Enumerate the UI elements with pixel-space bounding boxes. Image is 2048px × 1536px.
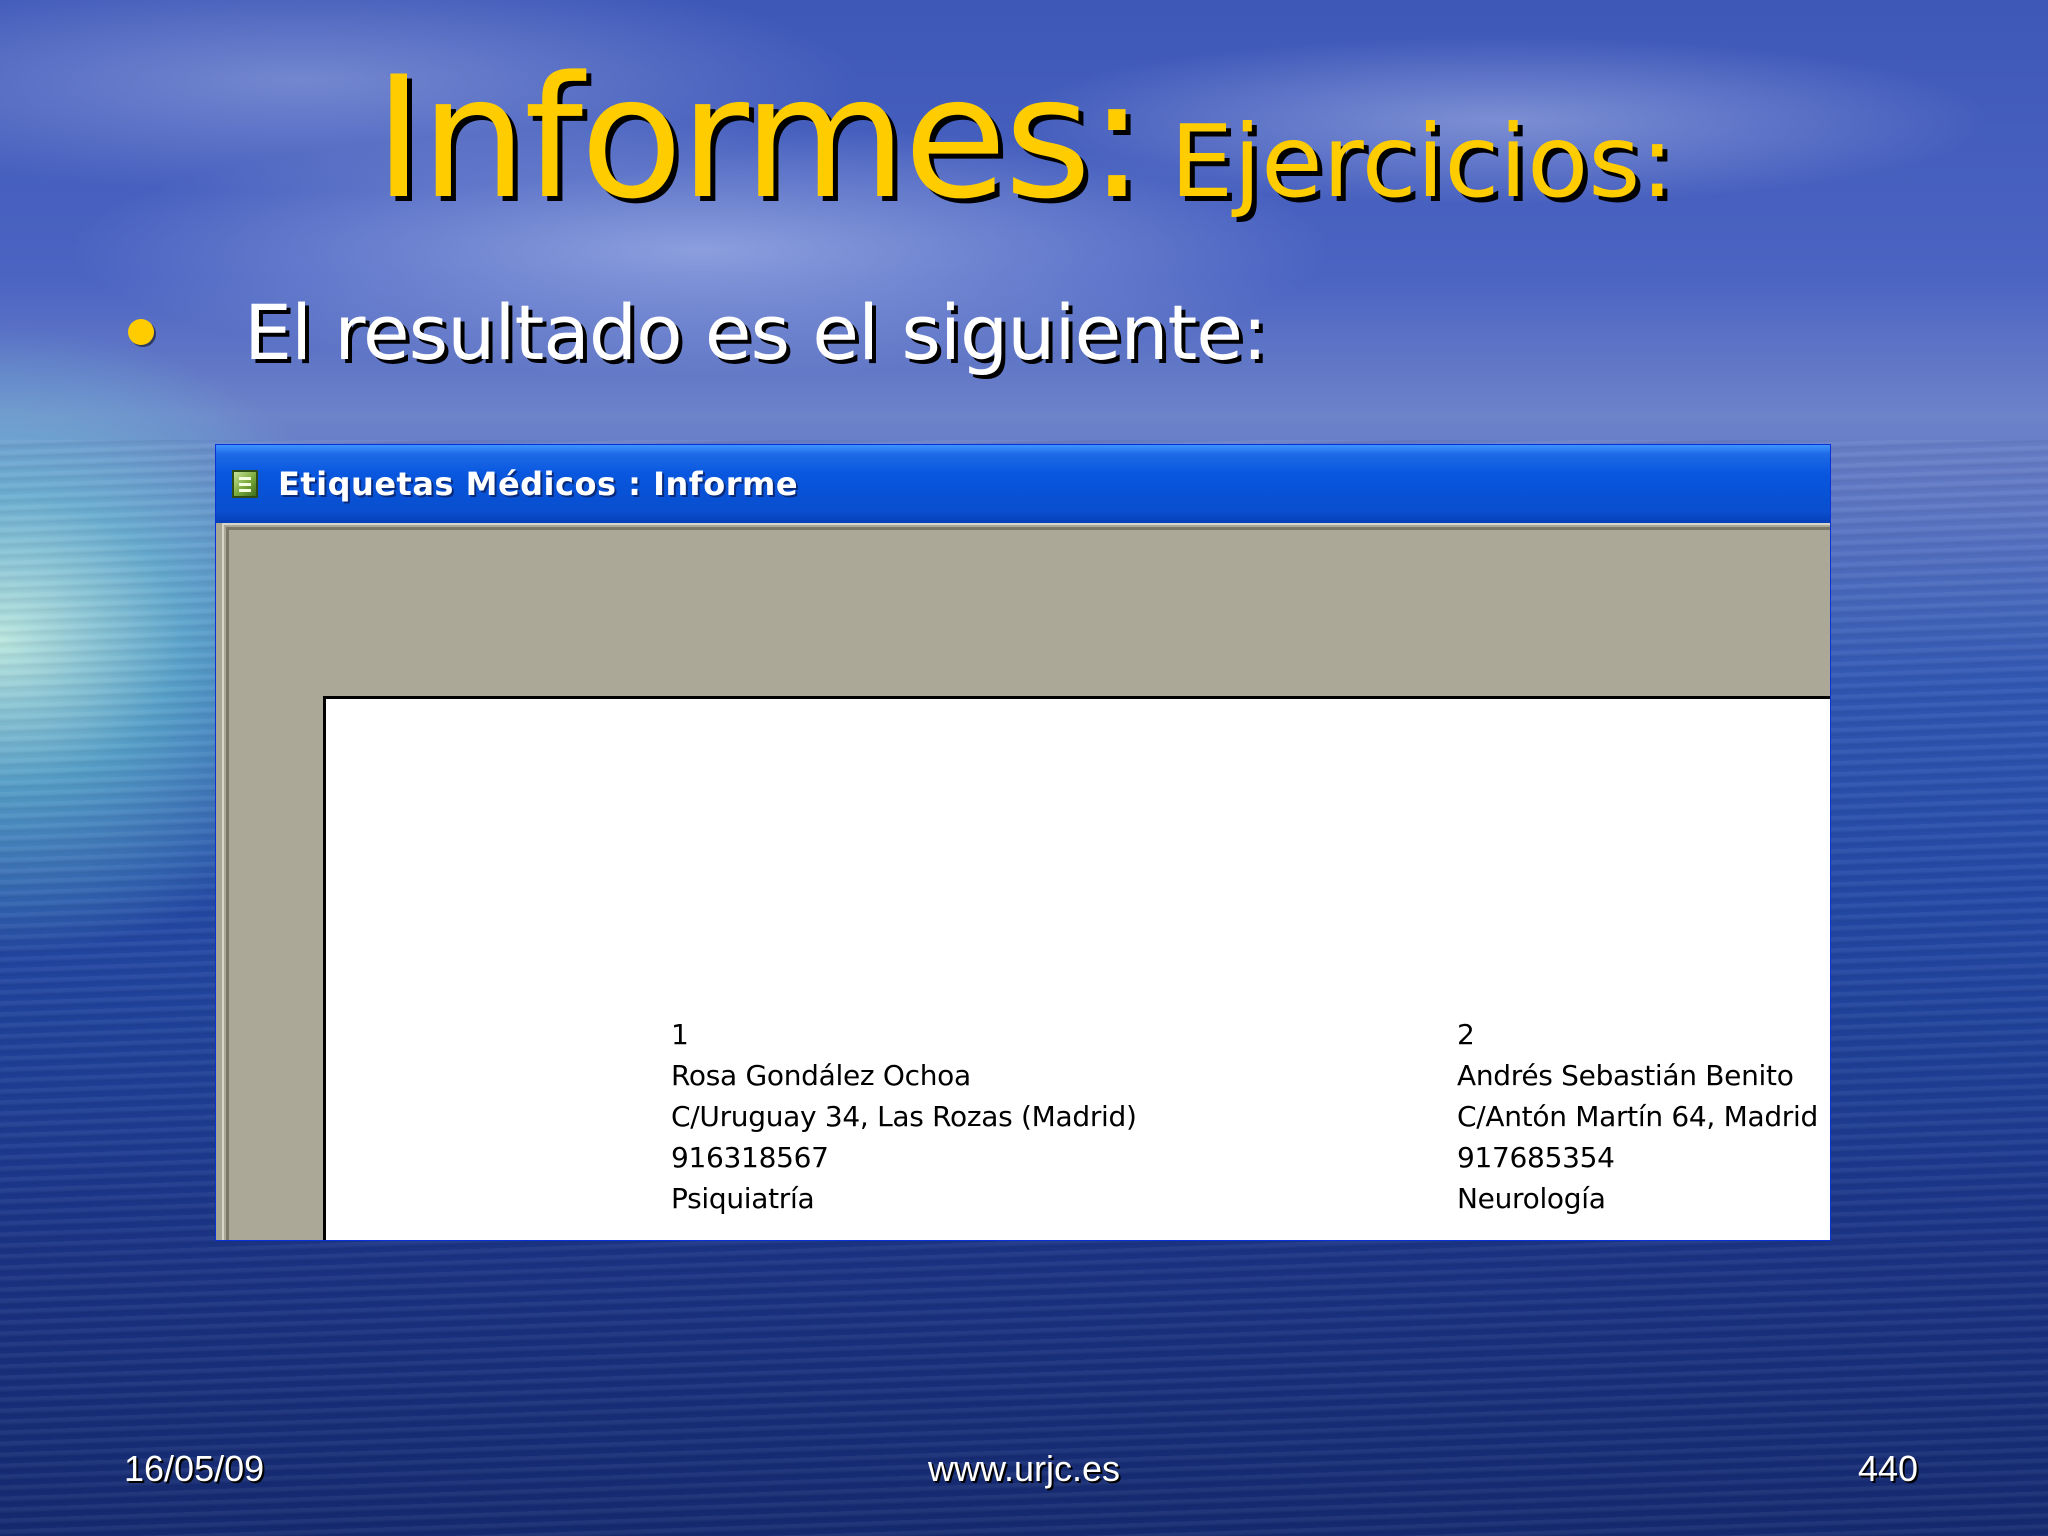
label-id: 1 <box>671 1018 689 1051</box>
mailing-label-2: 2 Andrés Sebastián Benito C/Antón Martín… <box>1457 1014 1818 1219</box>
slide-title-main: Informes: <box>373 40 1145 236</box>
label-name: Rosa Gondález Ochoa <box>671 1059 971 1092</box>
window-titlebar[interactable]: Etiquetas Médicos : Informe <box>216 445 1830 523</box>
slide-title-sub: Ejercicios: <box>1170 103 1675 220</box>
label-specialty: Neurología <box>1457 1182 1606 1215</box>
label-specialty: Psiquiatría <box>671 1182 815 1215</box>
label-name: Andrés Sebastián Benito <box>1457 1059 1794 1092</box>
label-address: C/Uruguay 34, Las Rozas (Madrid) <box>671 1100 1137 1133</box>
label-phone: 916318567 <box>671 1141 829 1174</box>
window-title: Etiquetas Médicos : Informe <box>278 465 799 503</box>
slide-title: Informes: Ejercicios: <box>0 40 2048 236</box>
bullet-text: El resultado es el siguiente: <box>244 287 1268 377</box>
bullet-item: El resultado es el siguiente: <box>128 282 1268 382</box>
report-preview-area: 1 Rosa Gondález Ochoa C/Uruguay 34, Las … <box>222 523 1830 1240</box>
footer-url: www.urjc.es <box>927 1448 1121 1489</box>
mailing-label-1: 1 Rosa Gondález Ochoa C/Uruguay 34, Las … <box>671 1014 1137 1219</box>
label-address: C/Antón Martín 64, Madrid <box>1457 1100 1818 1133</box>
report-page: 1 Rosa Gondález Ochoa C/Uruguay 34, Las … <box>323 696 1830 1240</box>
bullet-dot-icon <box>128 319 154 345</box>
label-id: 2 <box>1457 1018 1475 1051</box>
footer-page-number: 440 <box>1858 1448 1919 1489</box>
report-window: Etiquetas Médicos : Informe 1 Rosa Gondá… <box>216 445 1830 1240</box>
report-icon[interactable] <box>232 470 258 498</box>
label-phone: 917685354 <box>1457 1141 1615 1174</box>
